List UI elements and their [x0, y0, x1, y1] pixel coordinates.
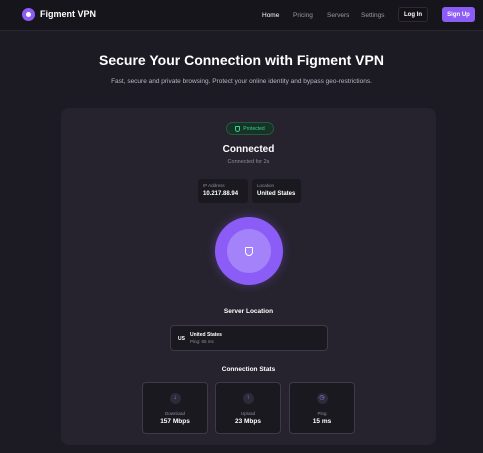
ping-label: Ping	[317, 411, 327, 416]
upload-label: Upload	[240, 411, 256, 416]
signup-button[interactable]: Sign Up	[442, 7, 475, 22]
hero-subtitle: Fast, secure and private browsing. Prote…	[111, 78, 372, 85]
logo-icon	[22, 8, 35, 21]
arrow-up-icon: ↑	[242, 393, 254, 404]
hero-title: Secure Your Connection with Figment VPN	[99, 52, 384, 68]
arrow-down-icon: ↓	[169, 393, 181, 404]
nav-link-home[interactable]: Home	[262, 11, 279, 20]
location-value: United States	[257, 191, 296, 197]
download-value: 157 Mbps	[160, 418, 190, 425]
connection-status-title: Connected	[222, 144, 275, 155]
server-location-selector[interactable]: US United States Ping: 65 ms	[170, 325, 328, 351]
server-location-title: Server Location	[223, 308, 274, 315]
nav-link-pricing[interactable]: Pricing	[293, 11, 313, 20]
connection-stats-title: Connection Stats	[221, 366, 276, 373]
connect-toggle-button[interactable]	[215, 217, 283, 285]
login-button[interactable]: Log In	[398, 7, 428, 22]
connection-duration: Connected for 2s	[227, 159, 270, 165]
connection-card: Protected Connected Connected for 2s IP …	[61, 108, 436, 445]
clock-icon: ◷	[316, 393, 328, 404]
upload-value: 23 Mbps	[234, 418, 261, 425]
ping-stat-card: ◷ Ping 15 ms	[289, 382, 355, 434]
shield-icon	[235, 125, 241, 132]
location-box: Location United States	[252, 179, 301, 203]
download-label: Download	[164, 411, 185, 416]
nav-link-servers[interactable]: Servers	[327, 11, 349, 20]
nav-link-settings[interactable]: Settings	[361, 11, 385, 20]
brand[interactable]: Figment VPN	[22, 8, 96, 21]
brand-name: Figment VPN	[40, 9, 97, 19]
ip-address-label: IP Address	[203, 183, 225, 188]
download-stat-card: ↓ Download 157 Mbps	[142, 382, 208, 434]
server-ping: Ping: 65 ms	[190, 339, 214, 344]
status-badge-label: Protected	[243, 125, 265, 132]
ip-address-box: IP Address 10.217.88.94	[198, 179, 248, 203]
location-label: Location	[257, 183, 275, 188]
status-badge: Protected	[226, 122, 274, 135]
shield-icon	[245, 246, 253, 256]
ip-address-value: 10.217.88.94	[203, 191, 239, 197]
power-button-inner	[227, 229, 271, 273]
upload-stat-card: ↑ Upload 23 Mbps	[215, 382, 281, 434]
ping-value: 15 ms	[312, 418, 332, 425]
country-code: US	[178, 336, 185, 342]
server-name: United States	[190, 332, 222, 338]
top-navbar: Figment VPN Home Pricing Servers Setting…	[0, 0, 483, 31]
